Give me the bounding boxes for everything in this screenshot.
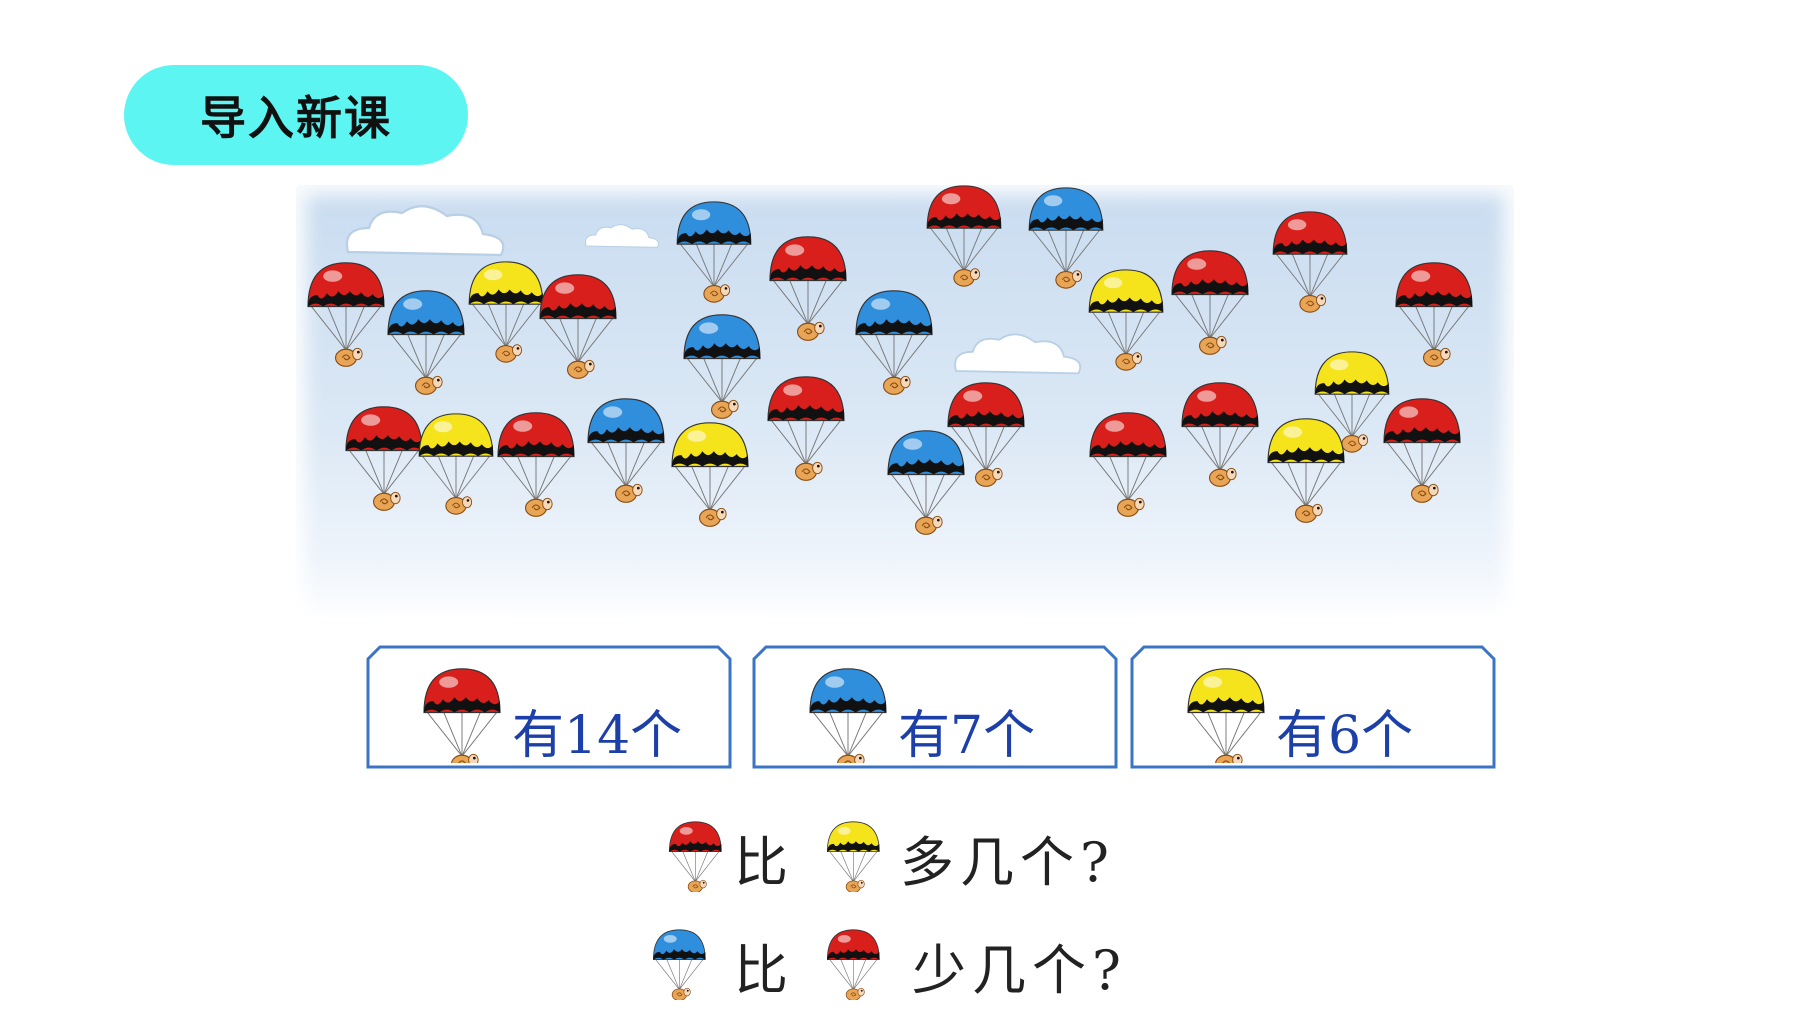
blue-parachute-icon	[1028, 187, 1104, 289]
red-parachute-icon	[423, 668, 501, 763]
yellow-parachute-icon	[671, 422, 749, 527]
question-1-text: 多几个?	[900, 831, 1115, 894]
parachute-illustration	[296, 185, 1514, 625]
yellow-parachute-icon	[1187, 668, 1265, 763]
red-parachute-icon	[1272, 211, 1348, 313]
red-parachute-icon	[668, 821, 722, 892]
yellow-parachute-icon	[468, 261, 544, 363]
cloud-icon	[345, 205, 505, 257]
red-parachute-icon	[826, 929, 880, 1000]
blue-parachute-icon	[387, 290, 465, 395]
red-parachute-icon	[668, 821, 722, 892]
blue-parachute-icon	[676, 201, 752, 303]
count-box-yellow: 有6个	[1130, 645, 1496, 769]
red-parachute-icon	[1395, 262, 1473, 367]
red-parachute-icon	[345, 406, 423, 511]
red-parachute-icon	[1181, 382, 1259, 487]
blue-parachute-icon	[652, 929, 706, 1000]
count-label-yellow: 有6个	[1276, 706, 1414, 766]
section-tag: 导入新课	[124, 65, 468, 165]
red-parachute-icon	[1171, 250, 1249, 355]
yellow-parachute-icon	[418, 413, 494, 515]
red-parachute-icon	[307, 262, 385, 367]
red-parachute-icon	[423, 668, 501, 763]
yellow-parachute-icon	[826, 821, 880, 892]
red-parachute-icon	[539, 274, 617, 379]
question-2-compare-word: 比	[734, 939, 794, 1002]
blue-parachute-icon	[887, 430, 965, 535]
blue-parachute-icon	[809, 668, 887, 763]
blue-parachute-icon	[683, 314, 761, 419]
count-label-blue: 有7个	[898, 706, 1036, 766]
yellow-parachute-icon	[1088, 269, 1164, 371]
blue-parachute-icon	[809, 668, 887, 763]
section-title: 导入新课	[200, 91, 392, 145]
cloud-icon	[585, 224, 659, 248]
red-parachute-icon	[926, 185, 1002, 287]
sky-scene	[307, 185, 1473, 535]
count-box-blue: 有7个	[752, 645, 1118, 769]
red-parachute-icon	[826, 929, 880, 1000]
blue-parachute-icon	[855, 290, 933, 395]
red-parachute-icon	[1089, 412, 1167, 517]
yellow-parachute-icon	[1187, 668, 1265, 763]
blue-parachute-icon	[652, 929, 706, 1000]
blue-parachute-icon	[587, 398, 665, 503]
red-parachute-icon	[1383, 398, 1461, 503]
red-parachute-icon	[497, 412, 575, 517]
count-label-red: 有14个	[512, 706, 683, 766]
count-box-red: 有14个	[366, 645, 732, 769]
cloud-icon	[954, 333, 1082, 375]
red-parachute-icon	[769, 236, 847, 341]
question-2-text: 少几个?	[912, 939, 1127, 1002]
yellow-parachute-icon	[826, 821, 880, 892]
red-parachute-icon	[767, 376, 845, 481]
yellow-parachute-icon	[1267, 418, 1345, 523]
question-1-compare-word: 比	[734, 831, 794, 894]
